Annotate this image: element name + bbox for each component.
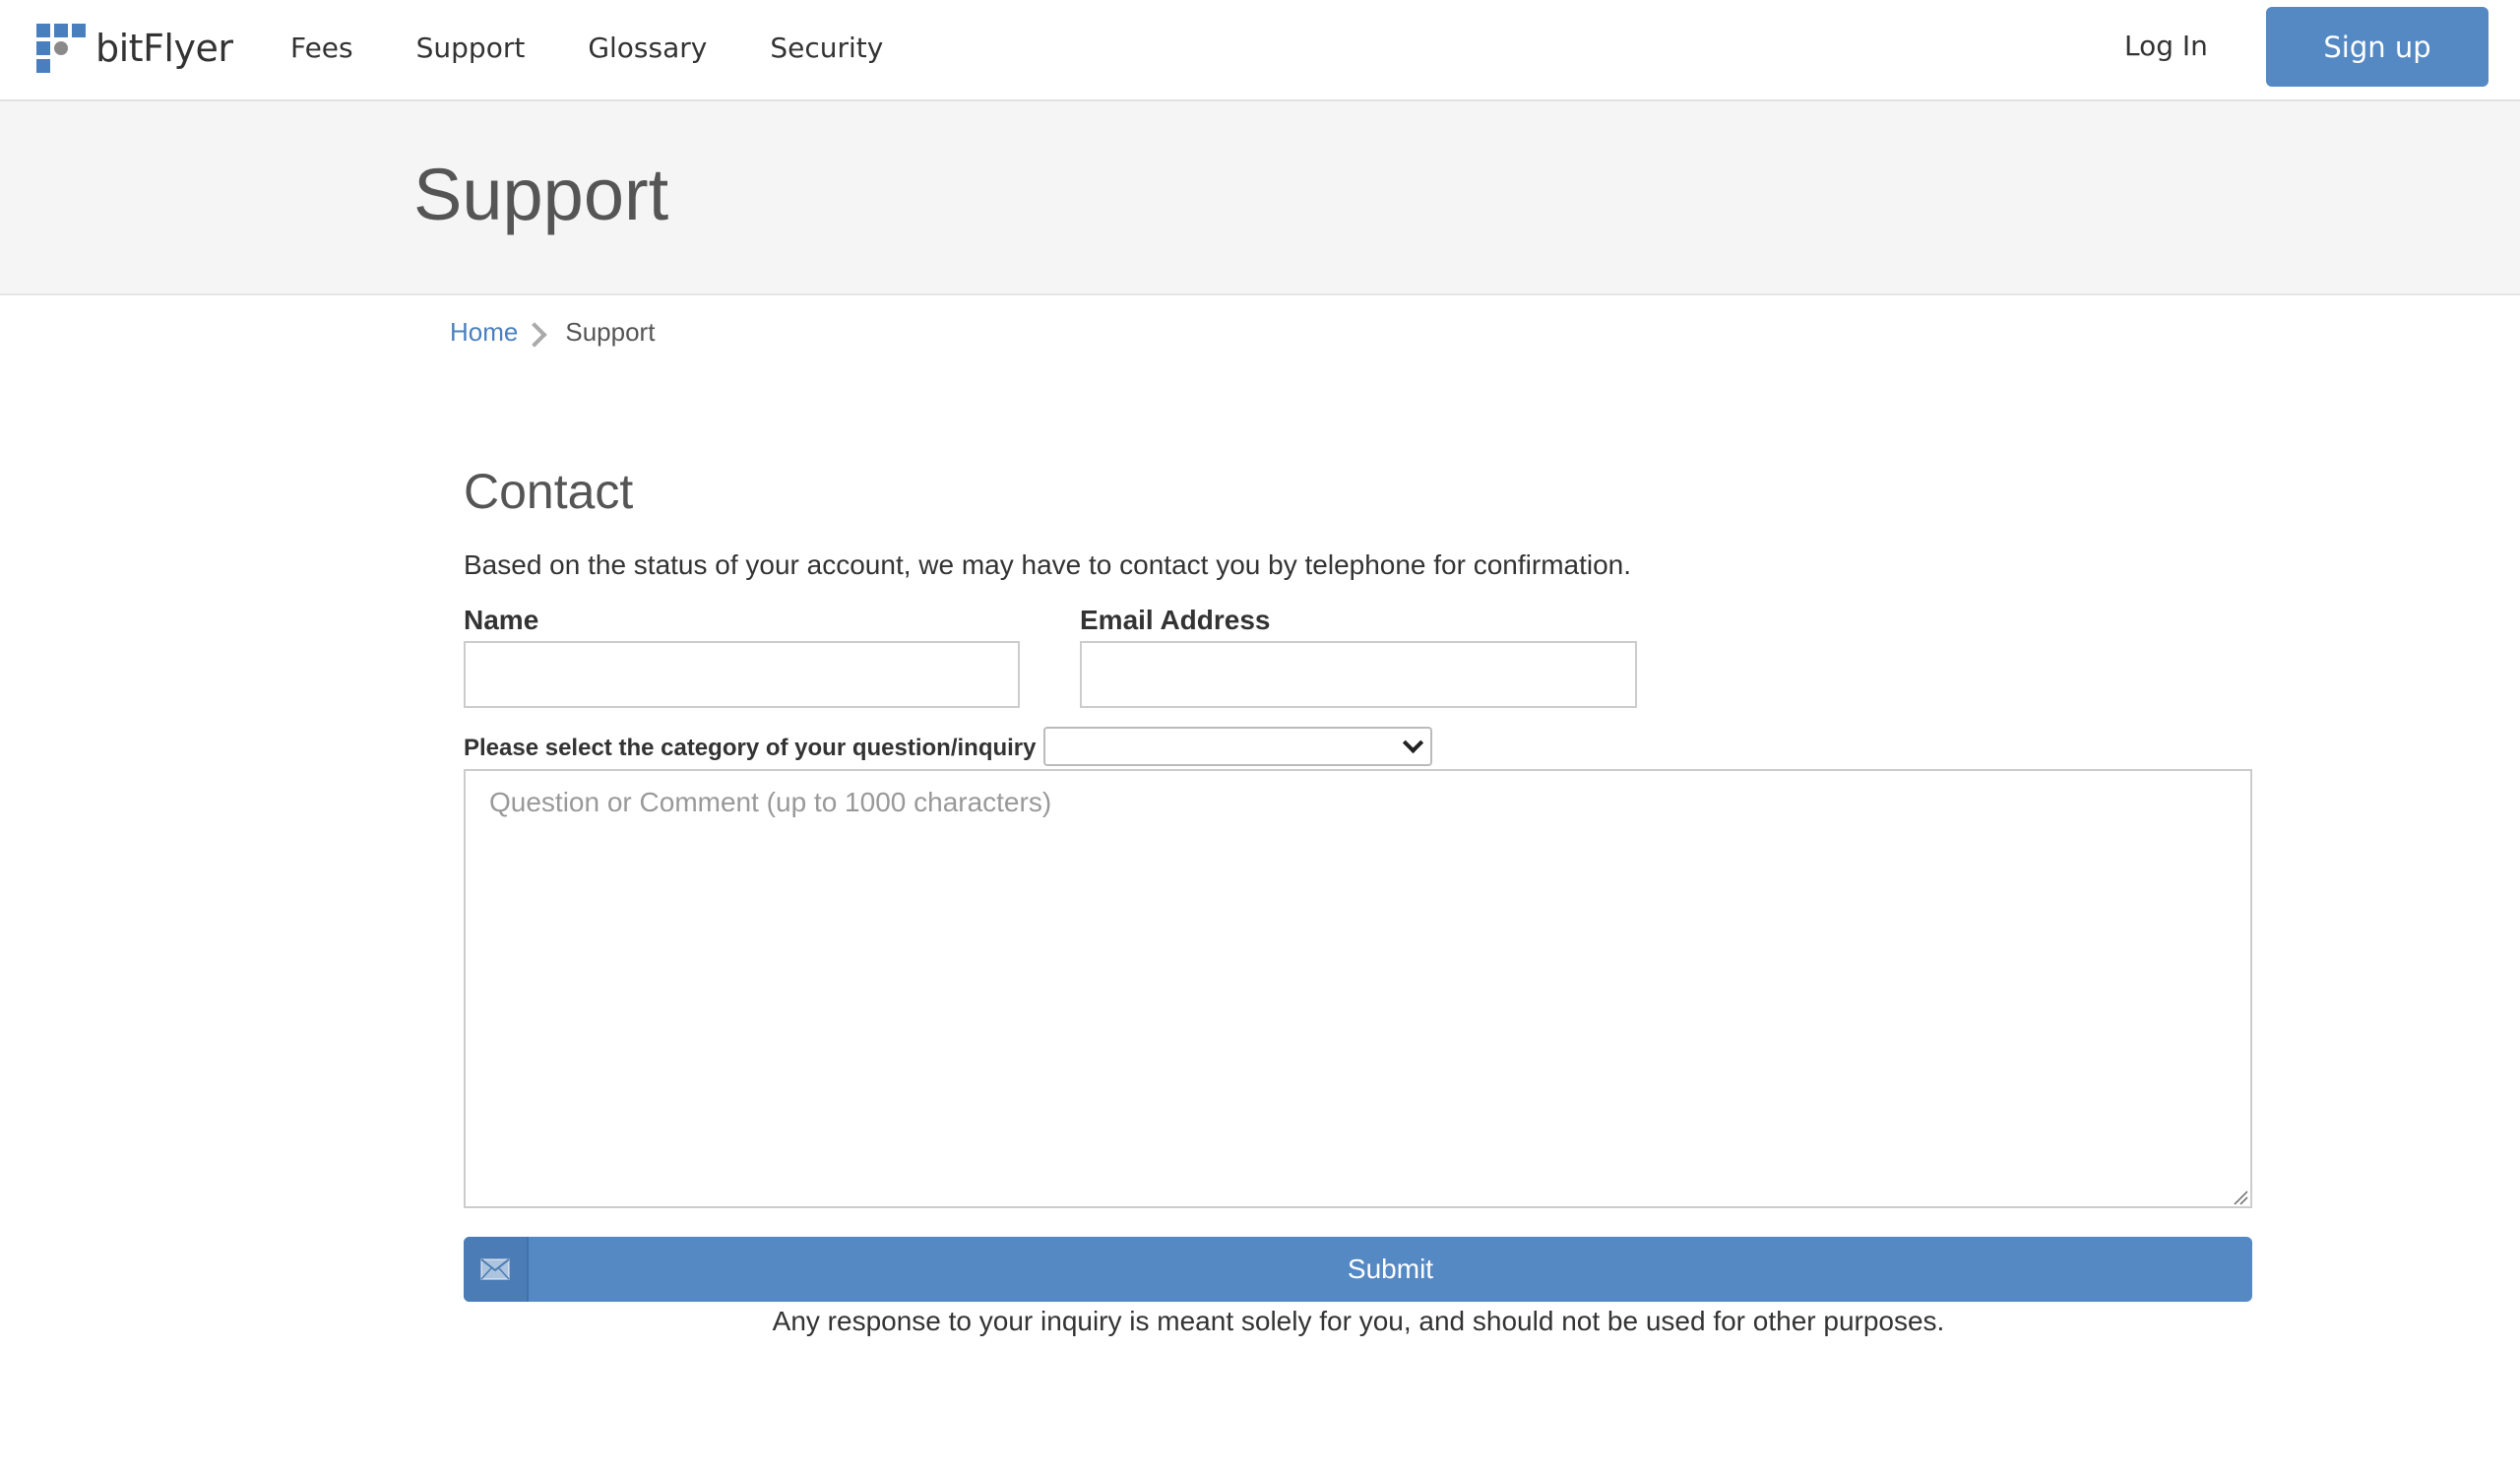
response-disclaimer: Any response to your inquiry is meant so…	[772, 1306, 1945, 1336]
email-label: Email Address	[1080, 605, 1271, 635]
email-field[interactable]	[1080, 641, 1637, 708]
nav-link-support[interactable]: Support	[416, 32, 526, 64]
chevron-right-icon	[522, 321, 548, 348]
logo-text: bitFlyer	[95, 27, 233, 70]
breadcrumb-current: Support	[565, 317, 656, 347]
category-label: Please select the category of your quest…	[464, 735, 1037, 761]
envelope-icon	[480, 1258, 510, 1280]
chevron-down-icon	[1402, 732, 1424, 754]
page-title: Support	[413, 154, 669, 235]
signup-button[interactable]: Sign up	[2266, 7, 2488, 87]
envelope-icon-box	[464, 1237, 529, 1302]
nav-link-glossary[interactable]: Glossary	[588, 32, 707, 64]
bitflyer-logo[interactable]: bitFlyer	[36, 24, 233, 73]
contact-heading: Contact	[464, 464, 634, 519]
contact-notice: Based on the status of your account, we …	[464, 549, 1632, 580]
breadcrumb-home-link[interactable]: Home	[450, 317, 518, 348]
nav-link-security[interactable]: Security	[770, 32, 883, 64]
top-navigation-bar: bitFlyer Fees Support Glossary Security …	[0, 0, 2520, 101]
breadcrumb: Home Support	[450, 317, 655, 348]
name-label: Name	[464, 605, 539, 635]
name-field[interactable]	[464, 641, 1020, 708]
submit-label: Submit	[1347, 1254, 1434, 1284]
nav-link-fees[interactable]: Fees	[290, 32, 353, 64]
category-select[interactable]	[1043, 727, 1432, 766]
main-nav: Fees Support Glossary Security	[290, 0, 946, 95]
login-link[interactable]: Log In	[2124, 30, 2208, 62]
resize-handle-icon[interactable]	[2233, 1190, 2248, 1205]
comment-textarea[interactable]	[464, 769, 2252, 1208]
bitflyer-logo-icon	[36, 24, 86, 73]
page-header-band: Support	[0, 101, 2520, 295]
submit-button[interactable]: Submit	[464, 1237, 2252, 1302]
